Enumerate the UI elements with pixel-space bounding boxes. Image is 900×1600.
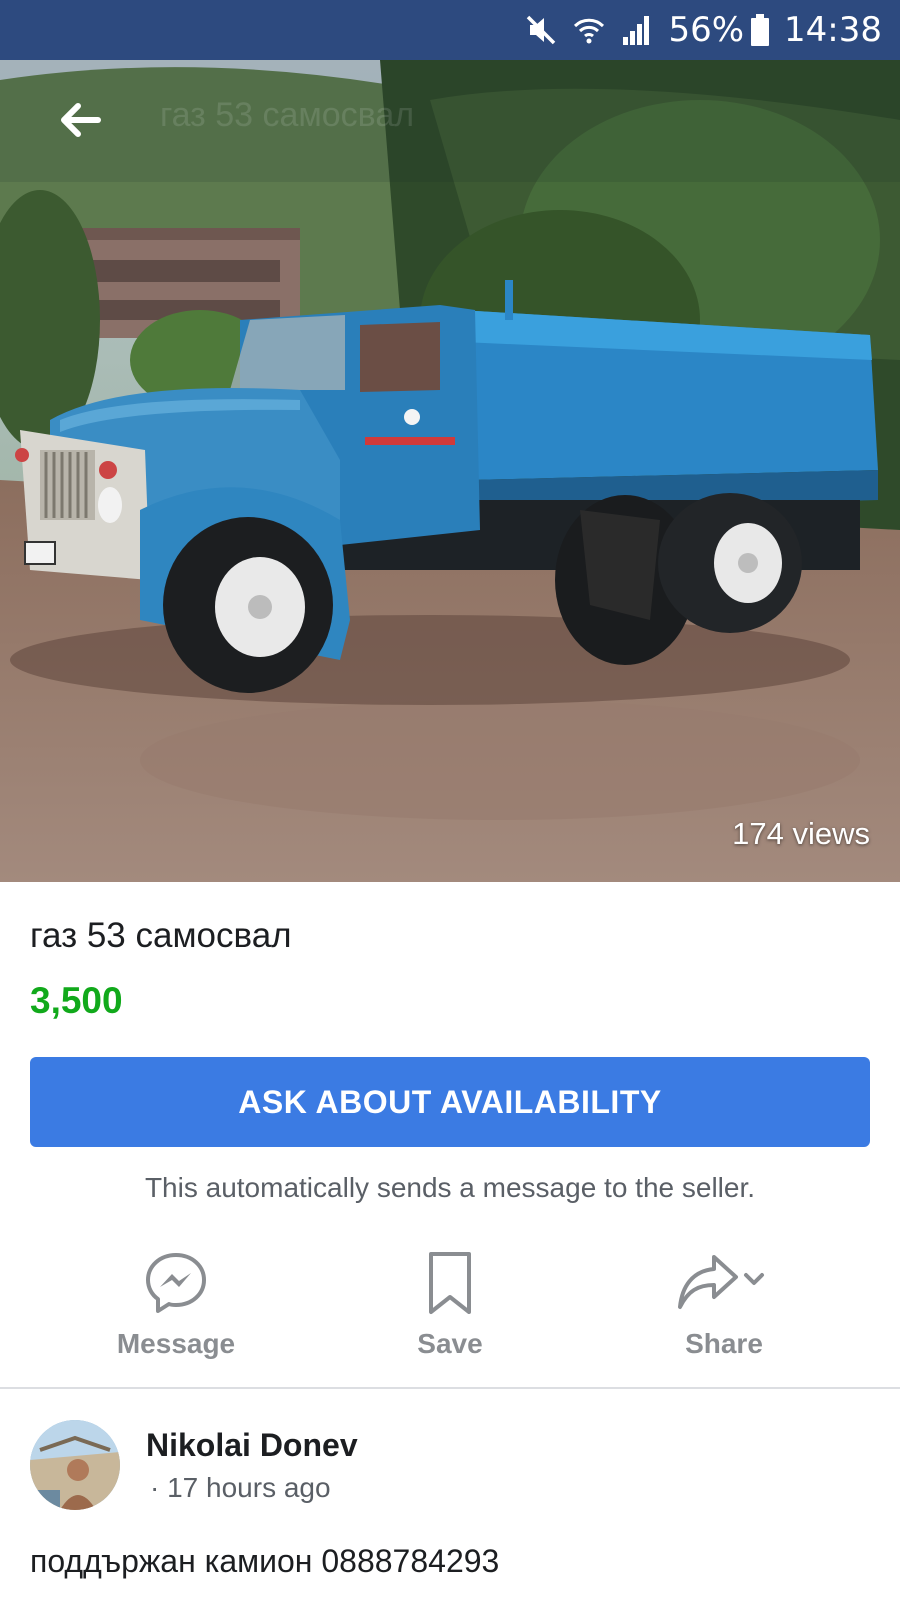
wifi-icon [572, 13, 606, 47]
save-label: Save [417, 1328, 483, 1359]
header-title: газ 53 самосвал [160, 96, 415, 134]
battery-icon [750, 13, 770, 47]
chevron-down-icon [744, 1273, 764, 1285]
signal-icon [620, 13, 654, 47]
share-icon [669, 1248, 779, 1318]
truck-photo [0, 60, 900, 882]
seller-name[interactable]: Nikolai Donev [146, 1427, 358, 1464]
arrow-left-icon [61, 103, 101, 137]
save-button[interactable]: Save [350, 1248, 550, 1378]
posted-time: · 17 hours ago [150, 1472, 331, 1503]
clock: 14:38 [784, 10, 882, 50]
photo-nav-overlay [0, 60, 900, 182]
section-divider [0, 1387, 900, 1389]
listing-description: поддържан камион 0888784293 [30, 1543, 500, 1579]
share-button[interactable]: Share [624, 1248, 824, 1378]
message-button[interactable]: Message [76, 1248, 276, 1378]
auto-message-note: This automatically sends a message to th… [144, 1172, 756, 1203]
back-button[interactable] [54, 94, 106, 146]
views-count: 174 views [732, 816, 870, 851]
mute-icon [524, 13, 558, 47]
bookmark-icon [410, 1248, 490, 1318]
seller-avatar[interactable] [30, 1420, 120, 1510]
status-bar: 56% 14:38 [0, 0, 900, 60]
ask-about-availability-button[interactable]: ASK ABOUT AVAILABILITY [30, 1057, 870, 1147]
listing-price: 3,500 [30, 980, 123, 1021]
listing-title: газ 53 самосвал [30, 916, 292, 955]
battery-percent: 56% [668, 10, 745, 50]
listing-photo[interactable]: газ 53 самосвал 174 views [0, 60, 900, 882]
message-label: Message [116, 1328, 236, 1359]
share-label: Share [685, 1328, 763, 1359]
messenger-icon [136, 1248, 216, 1318]
action-bar: Message Save Share [0, 1248, 900, 1378]
